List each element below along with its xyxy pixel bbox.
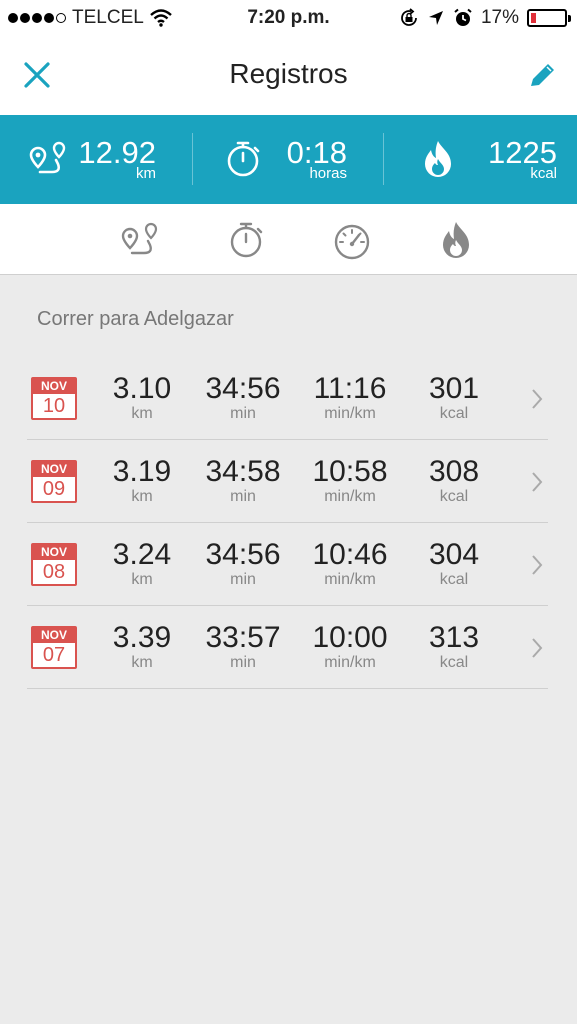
record-day: 08 (42, 561, 66, 583)
record-pace-unit: min/km (324, 405, 376, 422)
route-icon (29, 141, 66, 174)
route-icon (121, 222, 158, 255)
flame-icon (425, 141, 451, 177)
record-time: 34:58 min (188, 456, 298, 506)
sort-tabs (0, 204, 577, 275)
section-title: Correr para Adelgazar (37, 308, 234, 330)
speedometer-icon (334, 224, 370, 260)
record-time: 34:56 min (188, 539, 298, 589)
record-time-value: 33:57 (205, 621, 281, 654)
tab-duration[interactable] (224, 220, 268, 260)
tab-calories[interactable] (434, 220, 478, 260)
record-month: NOV (33, 628, 75, 643)
summary-distance: 12.92 km (0, 115, 192, 204)
record-calories-value: 301 (428, 372, 480, 405)
record-calories: 308 kcal (399, 456, 509, 506)
record-distance-value: 3.39 (112, 621, 172, 654)
record-pace: 10:00 min/km (295, 622, 405, 672)
record-distance: 3.24 km (87, 539, 197, 589)
calendar-icon: NOV 10 (31, 377, 77, 420)
summary-calories: 1225 kcal (384, 115, 577, 204)
pencil-icon[interactable] (523, 56, 563, 96)
record-time-unit: min (230, 405, 256, 422)
record-pace-value: 10:46 (312, 538, 388, 571)
rotation-lock-icon (401, 8, 417, 26)
record-time: 34:56 min (188, 373, 298, 423)
summary-duration: 0:18 horas (193, 115, 383, 204)
record-time-value: 34:56 (205, 372, 281, 405)
page-title: Registros (229, 58, 348, 89)
record-pace: 10:58 min/km (295, 456, 405, 506)
tab-pace[interactable] (330, 220, 374, 260)
record-pace-value: 11:16 (313, 372, 387, 405)
record-distance-unit: km (131, 654, 153, 671)
record-month: NOV (33, 545, 75, 560)
record-time-unit: min (230, 654, 256, 671)
record-day: 07 (42, 644, 66, 666)
record-pace-unit: min/km (324, 654, 376, 671)
flame-icon (443, 222, 469, 258)
record-time-value: 34:56 (205, 538, 281, 571)
status-right: 17% (399, 7, 571, 29)
calendar-icon: NOV 07 (31, 626, 77, 669)
record-time-unit: min (230, 571, 256, 588)
record-pace: 11:16 min/km (295, 373, 405, 423)
record-day: 09 (42, 478, 66, 500)
record-row[interactable]: NOV 08 3.24 km 34:56 min 10:46 min/km 30… (27, 523, 548, 606)
summary-distance-unit: km (136, 165, 156, 182)
record-pace-unit: min/km (324, 571, 376, 588)
record-calories-unit: kcal (439, 571, 469, 588)
record-pace: 10:46 min/km (295, 539, 405, 589)
record-calories: 304 kcal (399, 539, 509, 589)
record-calories-value: 308 (428, 455, 480, 488)
record-calories-unit: kcal (439, 488, 469, 505)
battery-percent: 17% (480, 7, 519, 28)
chevron-right-icon[interactable] (530, 470, 544, 494)
calendar-icon: NOV 09 (31, 460, 77, 503)
record-month: NOV (33, 462, 75, 477)
summary-bar: 12.92 km 0:18 horas 1225 kcal (0, 115, 577, 204)
summary-calories-unit: kcal (530, 165, 557, 182)
record-row[interactable]: NOV 09 3.19 km 34:58 min 10:58 min/km 30… (27, 440, 548, 523)
record-calories: 301 kcal (399, 373, 509, 423)
record-time-value: 34:58 (205, 455, 281, 488)
record-distance: 3.10 km (87, 373, 197, 423)
record-calories-value: 313 (428, 621, 480, 654)
status-bar: TELCEL 7:20 p.m. 17% (0, 0, 577, 38)
record-distance-unit: km (131, 571, 153, 588)
record-distance: 3.19 km (87, 456, 197, 506)
record-calories: 313 kcal (399, 622, 509, 672)
record-month: NOV (33, 379, 75, 394)
record-calories-value: 304 (428, 538, 480, 571)
tab-distance[interactable] (118, 220, 162, 260)
record-distance: 3.39 km (87, 622, 197, 672)
battery-icon (527, 9, 571, 27)
record-day: 10 (42, 395, 66, 417)
record-pace-value: 10:58 (312, 455, 388, 488)
record-calories-unit: kcal (439, 405, 469, 422)
chevron-right-icon[interactable] (530, 387, 544, 411)
record-distance-unit: km (131, 488, 153, 505)
record-row[interactable]: NOV 10 3.10 km 34:56 min 11:16 min/km 30… (27, 357, 548, 440)
record-distance-value: 3.10 (112, 372, 172, 405)
nav-bar: Registros (0, 38, 577, 115)
record-row[interactable]: NOV 07 3.39 km 33:57 min 10:00 min/km 31… (27, 606, 548, 689)
record-pace-value: 10:00 (312, 621, 388, 654)
chevron-right-icon[interactable] (530, 553, 544, 577)
stopwatch-icon (230, 222, 263, 258)
summary-duration-unit: horas (309, 165, 347, 182)
calendar-icon: NOV 08 (31, 543, 77, 586)
record-time: 33:57 min (188, 622, 298, 672)
location-arrow-icon (428, 11, 443, 25)
record-distance-value: 3.19 (112, 455, 172, 488)
record-distance-unit: km (131, 405, 153, 422)
stopwatch-icon (227, 141, 260, 177)
chevron-right-icon[interactable] (530, 636, 544, 660)
record-calories-unit: kcal (439, 654, 469, 671)
alarm-icon (454, 8, 472, 26)
record-pace-unit: min/km (324, 488, 376, 505)
record-distance-value: 3.24 (112, 538, 172, 571)
record-time-unit: min (230, 488, 256, 505)
